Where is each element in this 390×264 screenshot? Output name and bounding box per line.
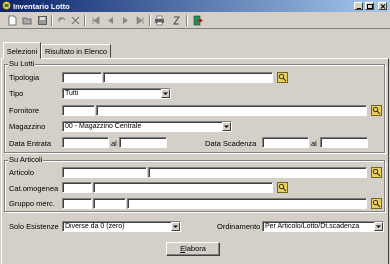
cat-omogenea-lookup-icon[interactable]: [277, 182, 288, 193]
save-icon[interactable]: [37, 15, 48, 26]
magazzino-select[interactable]: 00 - Magazzino Centrale: [62, 121, 232, 132]
articolo-code-input[interactable]: [62, 167, 147, 178]
data-scadenza-label: Data Scadenza: [205, 139, 257, 148]
su-lotti-title: Su Lotti: [8, 59, 36, 68]
tab-selezioni[interactable]: Selezioni: [3, 42, 41, 59]
sort-icon[interactable]: [171, 15, 182, 26]
app-icon: [2, 1, 11, 10]
ordinamento-select[interactable]: Per Articolo/Lotto/Dt.scadenza: [262, 221, 384, 232]
window-title: Inventario Lotto: [13, 2, 70, 11]
tipologia-code-input[interactable]: [62, 72, 102, 83]
tipologia-lookup-icon[interactable]: [277, 72, 288, 83]
open-folder-icon[interactable]: [22, 15, 33, 26]
ordinamento-select-value: Per Articolo/Lotto/Dt.scadenza: [265, 223, 360, 230]
toolbar-separator: [186, 15, 188, 26]
fornitore-lookup-icon[interactable]: [371, 105, 382, 116]
magazzino-select-value: 00 - Magazzino Centrale: [65, 123, 142, 130]
data-entrata-label: Data Entrata: [9, 139, 52, 148]
cat-omogenea-label: Cat.omogenea: [9, 184, 59, 193]
articolo-label: Articolo: [9, 168, 35, 177]
close-icon: [380, 4, 386, 9]
ordinamento-label: Ordinamento: [217, 222, 261, 231]
data-entrata-al-label: al: [111, 139, 117, 148]
chevron-down-icon[interactable]: [161, 89, 170, 98]
first-record-icon[interactable]: [90, 15, 101, 26]
exit-door-icon[interactable]: [192, 15, 203, 26]
gruppo-merc-label: Gruppo merc.: [9, 199, 55, 208]
data-scadenza-from-input[interactable]: [262, 137, 309, 148]
solo-esistenze-label: Solo Esistenze: [9, 222, 59, 231]
new-document-icon[interactable]: [7, 15, 18, 26]
gruppo-merc-lookup-icon[interactable]: [371, 198, 382, 209]
data-scadenza-al-label: al: [311, 139, 317, 148]
fornitore-description-input[interactable]: [96, 105, 367, 116]
toolbar-separator: [149, 15, 151, 26]
close-button[interactable]: [378, 2, 387, 10]
tipo-select[interactable]: Tutti: [62, 88, 171, 99]
previous-record-icon[interactable]: [105, 15, 116, 26]
toolbar: [0, 12, 390, 29]
tab-risultato-in-elenco[interactable]: Risultato in Elenco: [41, 44, 111, 58]
cat-omogenea-description-input[interactable]: [93, 182, 273, 193]
fornitore-label: Fornitore: [9, 106, 40, 115]
title-bar: Inventario Lotto: [0, 0, 390, 12]
solo-esistenze-select-value: Diverse da 0 (zero): [65, 223, 125, 230]
tipologia-description-input[interactable]: [103, 72, 273, 83]
last-record-icon[interactable]: [135, 15, 146, 26]
maximize-button[interactable]: [365, 2, 374, 10]
tipo-select-value: Tutti: [65, 90, 79, 97]
fornitore-code-input[interactable]: [62, 105, 95, 116]
tipo-label: Tipo: [9, 89, 24, 98]
magazzino-label: Magazzino: [9, 122, 46, 131]
maximize-icon: [367, 4, 373, 9]
toolbar-separator: [84, 15, 86, 26]
articolo-description-input[interactable]: [148, 167, 367, 178]
next-record-icon[interactable]: [120, 15, 131, 26]
elabora-button[interactable]: Elabora: [166, 242, 220, 256]
chevron-down-icon[interactable]: [374, 222, 383, 231]
articolo-lookup-icon[interactable]: [371, 167, 382, 178]
su-articoli-title: Su Articoli: [8, 155, 44, 164]
data-entrata-to-input[interactable]: [119, 137, 167, 148]
data-scadenza-to-input[interactable]: [320, 137, 368, 148]
toolbar-separator: [51, 15, 53, 26]
chevron-down-icon[interactable]: [222, 122, 231, 131]
minimize-button[interactable]: [354, 2, 363, 10]
delete-icon[interactable]: [70, 15, 81, 26]
chevron-down-icon[interactable]: [171, 222, 180, 231]
data-entrata-from-input[interactable]: [62, 137, 109, 148]
minimize-icon: [357, 8, 361, 9]
gruppo-merc-code-1-input[interactable]: [62, 198, 92, 209]
undo-icon[interactable]: [56, 15, 67, 26]
cat-omogenea-code-input[interactable]: [62, 182, 92, 193]
tipologia-label: Tipologia: [9, 73, 40, 82]
gruppo-merc-code-2-input[interactable]: [93, 198, 126, 209]
print-icon[interactable]: [154, 15, 165, 26]
gruppo-merc-description-input[interactable]: [127, 198, 367, 209]
solo-esistenze-select[interactable]: Diverse da 0 (zero): [62, 221, 181, 232]
